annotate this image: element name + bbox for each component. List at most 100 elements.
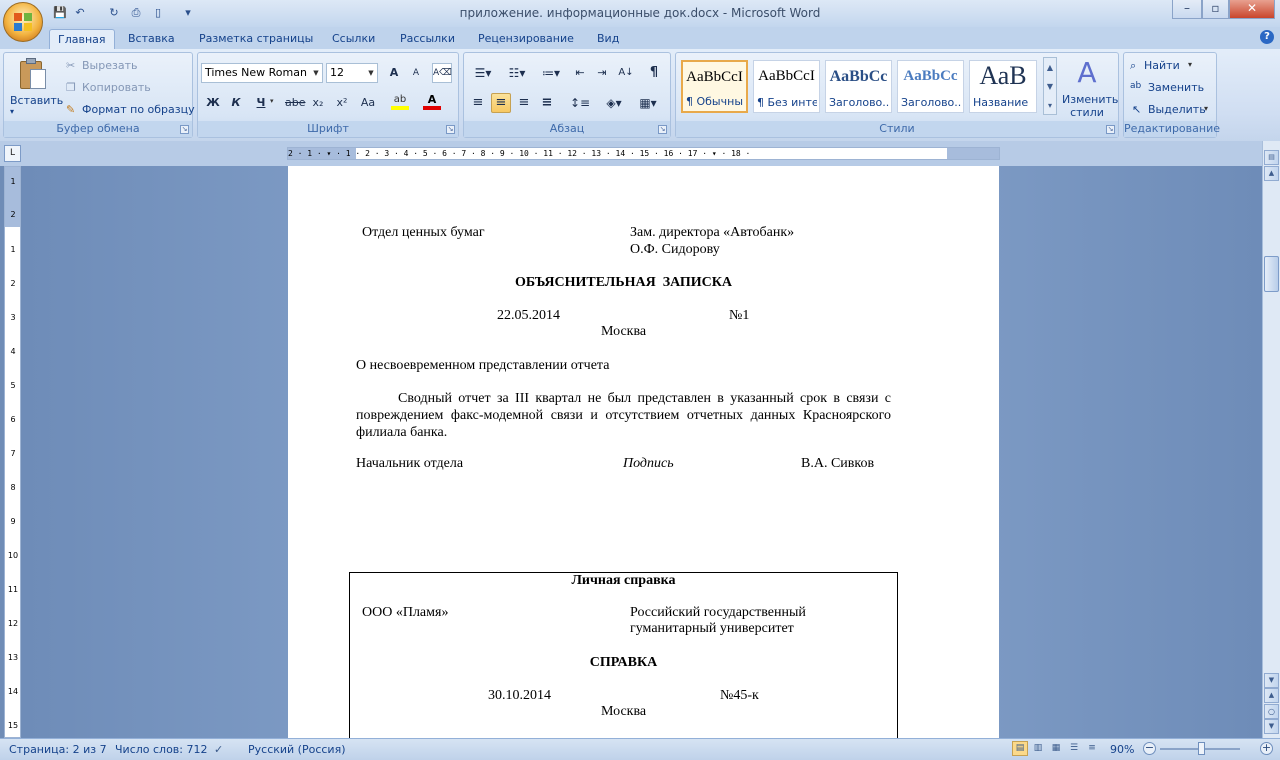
shrink-font-button[interactable]: A [406, 63, 426, 83]
proofing-icon[interactable]: ✓ [214, 743, 223, 756]
zoom-level[interactable]: 90% [1110, 743, 1134, 756]
sort-icon[interactable]: A↓ [616, 63, 636, 83]
chevron-down-icon[interactable]: ▾ [1204, 104, 1208, 113]
superscript-button[interactable]: x² [332, 93, 352, 113]
styles-scroll-icon[interactable]: ▲ ▼ ▾ [1043, 57, 1057, 115]
strikethrough-button[interactable]: abe [284, 93, 306, 113]
chevron-down-icon[interactable]: ▾ [1188, 60, 1192, 69]
style-heading-1[interactable]: AaBbCс Заголово... [825, 60, 892, 113]
scroll-up-icon[interactable]: ▲ [1264, 166, 1279, 181]
select-button[interactable]: Выделить [1148, 103, 1206, 116]
close-button[interactable]: ✕ [1229, 0, 1275, 19]
minimize-button[interactable]: – [1172, 0, 1202, 19]
change-case-button[interactable]: Aa [356, 93, 380, 113]
font-launcher-icon[interactable]: ↘ [446, 125, 455, 134]
ruler-toggle-icon[interactable]: ▤ [1264, 150, 1279, 165]
help-icon[interactable]: ? [1260, 30, 1274, 44]
justify-icon[interactable]: ≡ [537, 93, 557, 113]
horizontal-ruler[interactable]: 2 · 1 · ▾ · 1 · 2 · 3 · 4 · 5 · 6 · 7 · … [287, 147, 1000, 160]
line-spacing-icon[interactable]: ↕≡ [566, 93, 594, 113]
shading-icon[interactable]: ◈▾ [600, 93, 628, 113]
maximize-button[interactable]: ▫ [1202, 0, 1229, 19]
tab-view[interactable]: Вид [589, 29, 627, 49]
previous-page-icon[interactable]: ▲ [1264, 688, 1279, 703]
change-styles-icon[interactable]: A [1074, 57, 1100, 89]
document-page[interactable]: Отдел ценных бумаг Зам. директора «Автоб… [288, 166, 999, 738]
numbering-icon[interactable]: ☷▾ [502, 63, 532, 83]
change-styles-button[interactable]: Изменить стили [1062, 93, 1118, 119]
font-color-icon[interactable]: A [422, 93, 442, 113]
bullets-icon[interactable]: ☰▾ [468, 63, 498, 83]
subscript-button[interactable]: x₂ [308, 93, 328, 113]
tab-stop-selector-icon[interactable]: L [4, 145, 21, 162]
ruler-mark: 14 [7, 687, 19, 696]
copy-button[interactable]: Копировать [82, 81, 151, 94]
italic-button[interactable]: К [226, 93, 246, 113]
word-count[interactable]: Число слов: 712 [115, 743, 208, 756]
chevron-down-icon[interactable]: ▼ [310, 64, 322, 82]
paragraph-launcher-icon[interactable]: ↘ [658, 125, 667, 134]
clipboard-launcher-icon[interactable]: ↘ [180, 125, 189, 134]
zoom-out-icon[interactable]: − [1143, 742, 1156, 755]
styles-launcher-icon[interactable]: ↘ [1106, 125, 1115, 134]
page-indicator[interactable]: Страница: 2 из 7 [9, 743, 107, 756]
format-painter-button[interactable]: Формат по образцу [82, 103, 195, 116]
replace-button[interactable]: Заменить [1148, 81, 1204, 94]
zoom-slider-thumb[interactable] [1198, 742, 1205, 755]
language-indicator[interactable]: Русский (Россия) [248, 743, 346, 756]
new-document-icon[interactable]: ▯ [150, 5, 166, 21]
find-button[interactable]: Найти [1144, 59, 1180, 72]
print-preview-icon[interactable]: ⎙ [128, 5, 144, 21]
multilevel-list-icon[interactable]: ≔▾ [536, 63, 566, 83]
scrollbar-thumb[interactable] [1264, 256, 1279, 292]
increase-indent-icon[interactable]: ⇥ [592, 63, 612, 83]
paste-dropdown-icon[interactable]: ▾ [10, 107, 14, 116]
paste-button[interactable]: Вставить [10, 94, 63, 107]
style-no-spacing[interactable]: AaBbCcI ¶ Без инте... [753, 60, 820, 113]
decrease-indent-icon[interactable]: ⇤ [570, 63, 590, 83]
bold-button[interactable]: Ж [203, 93, 223, 113]
tab-mailings[interactable]: Рассылки [392, 29, 463, 49]
underline-dropdown-icon[interactable]: ▾ [270, 97, 274, 105]
next-page-icon[interactable]: ▼ [1264, 719, 1279, 734]
print-layout-view-icon[interactable]: ▤ [1012, 741, 1028, 756]
align-right-icon[interactable]: ≡ [514, 93, 534, 113]
tab-page-layout[interactable]: Разметка страницы [191, 29, 321, 49]
tab-insert[interactable]: Вставка [120, 29, 183, 49]
tab-review[interactable]: Рецензирование [470, 29, 582, 49]
undo-icon[interactable]: ↶ [72, 5, 88, 21]
draft-view-icon[interactable]: ≡ [1084, 741, 1100, 756]
style-normal[interactable]: AaBbCcI ¶ Обычный [681, 60, 748, 113]
cut-button[interactable]: Вырезать [82, 59, 137, 72]
tab-home[interactable]: Главная [49, 29, 115, 49]
redo-icon[interactable]: ↻ [106, 5, 122, 21]
scroll-down-icon[interactable]: ▼ [1264, 673, 1279, 688]
paste-icon[interactable] [18, 57, 48, 93]
align-left-icon[interactable]: ≡ [468, 93, 488, 113]
style-heading-2[interactable]: AaBbCc Заголово... [897, 60, 964, 113]
vertical-scrollbar[interactable] [1262, 141, 1280, 738]
outline-view-icon[interactable]: ☰ [1066, 741, 1082, 756]
font-size-combo[interactable]: 12 ▼ [326, 63, 378, 83]
style-name: Заголово... [829, 96, 889, 109]
align-center-icon[interactable]: ≡ [491, 93, 511, 113]
office-button[interactable] [3, 2, 43, 42]
save-icon[interactable]: 💾 [52, 5, 68, 21]
chevron-down-icon[interactable]: ▼ [365, 64, 377, 82]
memo-sign-label: Подпись [623, 456, 674, 471]
zoom-in-icon[interactable]: + [1260, 742, 1273, 755]
highlight-icon[interactable]: ab [390, 93, 410, 113]
font-name-combo[interactable]: Times New Roman ▼ [201, 63, 323, 83]
browse-object-icon[interactable]: ○ [1264, 704, 1279, 719]
borders-icon[interactable]: ▦▾ [634, 93, 662, 113]
full-screen-reading-icon[interactable]: ▥ [1030, 741, 1046, 756]
web-layout-icon[interactable]: ▦ [1048, 741, 1064, 756]
qat-customize-icon[interactable]: ▾ [180, 5, 196, 21]
tab-references[interactable]: Ссылки [324, 29, 383, 49]
clear-formatting-icon[interactable]: A⌫ [432, 63, 452, 83]
style-title[interactable]: АаВ Название [969, 60, 1037, 113]
vertical-ruler[interactable]: 1 2 1 2 3 4 5 6 7 8 9 10 11 12 13 14 15 [4, 166, 21, 738]
grow-font-button[interactable]: A [384, 63, 404, 83]
show-formatting-button[interactable]: ¶ [644, 63, 664, 83]
underline-button[interactable]: Ч [251, 93, 271, 113]
